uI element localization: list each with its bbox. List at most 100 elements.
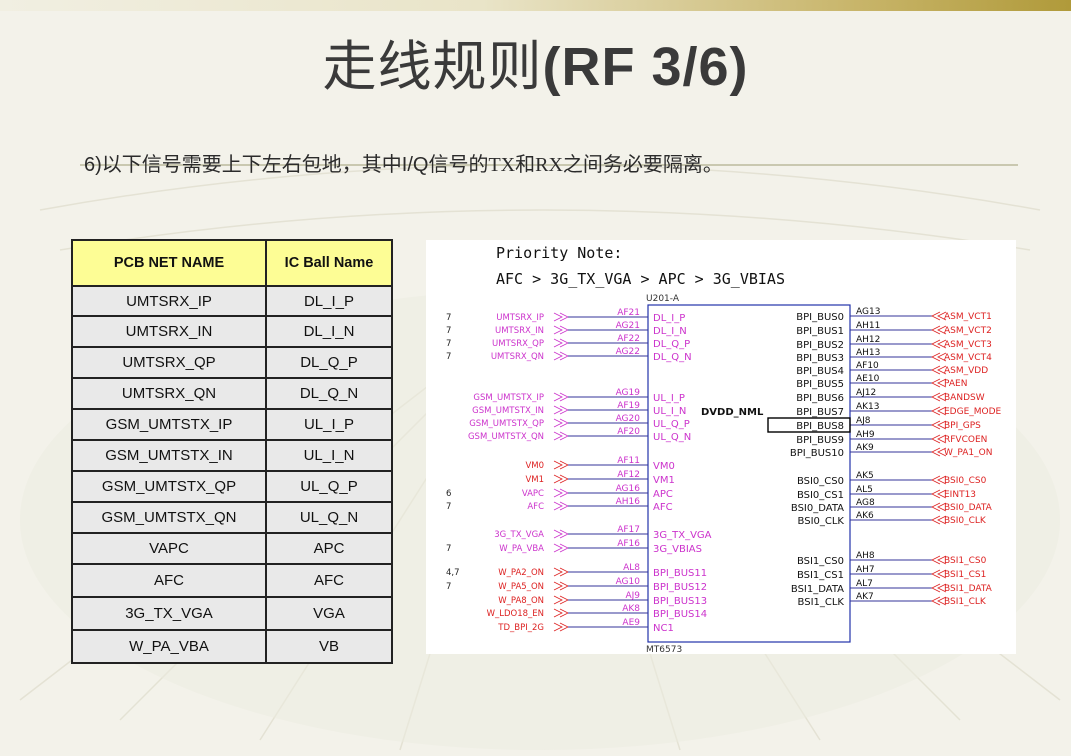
offpage-connector-icon [553,529,569,539]
left-net-label: W_PA2_ON [498,568,544,578]
ball-label: AF17 [617,525,640,535]
table-row: GSM_UMTSTX_IP UL_I_P [71,408,393,441]
ball-label: AJ9 [625,591,640,601]
ic-ball-name-cell: UL_Q_N [265,501,393,534]
offpage-connector-icon [553,431,569,441]
pcb-net-name-cell: VAPC [71,532,267,565]
left-net-label: UMTSRX_QN [491,352,544,362]
right-net-label: ASM_VCT1 [944,312,992,322]
pcb-net-name-cell: GSM_UMTSTX_QN [71,501,267,534]
right-net-label: BSI0_DATA [944,503,993,513]
subtitle-text-c: 信号的TX和RX之间务必要隔离。 [428,154,723,176]
page-ref-label: 7 [446,339,451,349]
left-net-label: GSM_UMTSTX_IN [472,406,544,416]
left-pin-name: DL_I_N [653,326,687,337]
table-row: VAPC APC [71,532,393,565]
offpage-connector-icon [553,392,569,402]
ball-label: AG22 [616,347,640,357]
left-net-label: VAPC [522,489,544,499]
offpage-connector-icon [553,474,569,484]
right-pin-name: BPI_BUS3 [796,353,844,364]
pcb-net-name-cell: 3G_TX_VGA [71,596,267,631]
offpage-connector-icon [553,351,569,361]
left-pin-name: BPI_BUS11 [653,568,707,579]
right-pin-name: BPI_BUS5 [796,379,844,390]
right-net-label: ASM_VCT4 [944,353,992,363]
ball-label: AH16 [616,497,641,507]
right-pin-name: BSI1_CLK [798,597,845,608]
chip-ref-label: U201-A [646,294,680,304]
page-ref-label: 6 [446,489,451,499]
ic-ball-name-cell: DL_I_P [265,285,393,317]
right-net-label: BSI1_CLK [944,597,987,607]
right-pin-name: BPI_BUS10 [790,448,844,459]
ball-label: AG21 [616,321,640,331]
left-pin-name: APC [653,489,673,500]
table-row: 3G_TX_VGA VGA [71,596,393,631]
left-pin-name: DL_Q_P [653,339,690,350]
left-pin-name: VM1 [653,475,675,486]
right-net-label: W_PA1_ON [944,448,992,458]
slide-subtitle: 6)以下信号需要上下左右包地，其中I/Q信号的TX和RX之间务必要隔离。 [84,148,723,177]
chip-part-label: MT6573 [646,645,682,654]
right-pin-name: BSI0_CS0 [797,476,844,487]
left-net-label: AFC [527,502,544,512]
ic-ball-name-cell: DL_I_N [265,315,393,348]
page-ref-label: 7 [446,326,451,336]
offpage-connector-icon [553,501,569,511]
right-pin-name: BSI1_DATA [791,584,844,595]
left-pin-name: 3G_TX_VGA [653,530,712,541]
schematic-figure: Priority Note: AFC > 3G_TX_VGA > APC > 3… [426,240,1016,655]
ic-ball-name-cell: UL_I_N [265,439,393,472]
ic-ball-name-cell: VGA [265,596,393,631]
page-ref-label: 4,7 [446,568,460,578]
table-row: AFC AFC [71,563,393,598]
table-row: GSM_UMTSTX_QN UL_Q_N [71,501,393,534]
ball-label: AF16 [617,539,640,549]
right-pin-name: BPI_BUS4 [796,366,844,377]
right-net-label: BSI0_CLK [944,516,987,526]
title-en: (RF 3/6) [542,37,749,97]
ball-label: AH7 [856,565,875,575]
ic-ball-name-cell: UL_I_P [265,408,393,441]
ic-ball-name-cell: VB [265,629,393,664]
left-net-label: UMTSRX_IP [496,313,544,323]
right-net-label: BSI0_CS0 [944,476,987,486]
offpage-connector-icon [553,312,569,322]
ball-label: AG8 [856,498,875,508]
right-net-label: BPI_GPS [944,421,981,431]
left-pin-name: DL_I_P [653,313,685,324]
header-ic-ball-name: IC Ball Name [265,239,393,287]
right-net-label: ASM_VCT3 [944,340,992,350]
left-pin-name: BPI_BUS12 [653,582,707,593]
left-net-label: GSM_UMTSTX_QP [469,419,544,429]
ball-label: AE9 [622,618,640,628]
table-row: UMTSRX_IN DL_I_N [71,315,393,348]
pcb-net-name-cell: GSM_UMTSTX_QP [71,470,267,503]
left-net-label: W_PA5_ON [498,582,544,592]
ball-label: AH9 [856,430,875,440]
offpage-connector-icon [553,595,569,605]
right-net-label: BSI1_CS1 [944,570,986,580]
left-pin-name: DL_Q_N [653,352,692,363]
pcb-net-name-cell: GSM_UMTSTX_IN [71,439,267,472]
pcb-net-name-cell: AFC [71,563,267,598]
right-net-label: RFVCOEN [944,435,987,445]
right-pin-name: BSI1_CS1 [797,570,844,581]
left-net-label: TD_BPI_2G [497,623,544,633]
offpage-connector-icon [553,543,569,553]
subtitle-prefix: 6) [84,154,102,176]
pcb-net-name-cell: UMTSRX_IP [71,285,267,317]
right-pin-name: BSI1_CS0 [797,556,844,567]
offpage-connector-icon [553,405,569,415]
right-pin-name: BPI_BUS0 [796,312,844,323]
pcb-net-name-cell: UMTSRX_QN [71,377,267,410]
left-net-label: GSM_UMTSTX_QN [468,432,544,442]
page-ref-label: 7 [446,544,451,554]
page-ref-label: 7 [446,313,451,323]
right-pin-name: BPI_BUS1 [796,326,844,337]
offpage-connector-icon [553,567,569,577]
priority-note-title: Priority Note: [496,244,622,262]
subtitle-text-a: 以下信号需要上下左右包地，其中 [101,154,402,176]
left-pin-name: VM0 [653,461,675,472]
